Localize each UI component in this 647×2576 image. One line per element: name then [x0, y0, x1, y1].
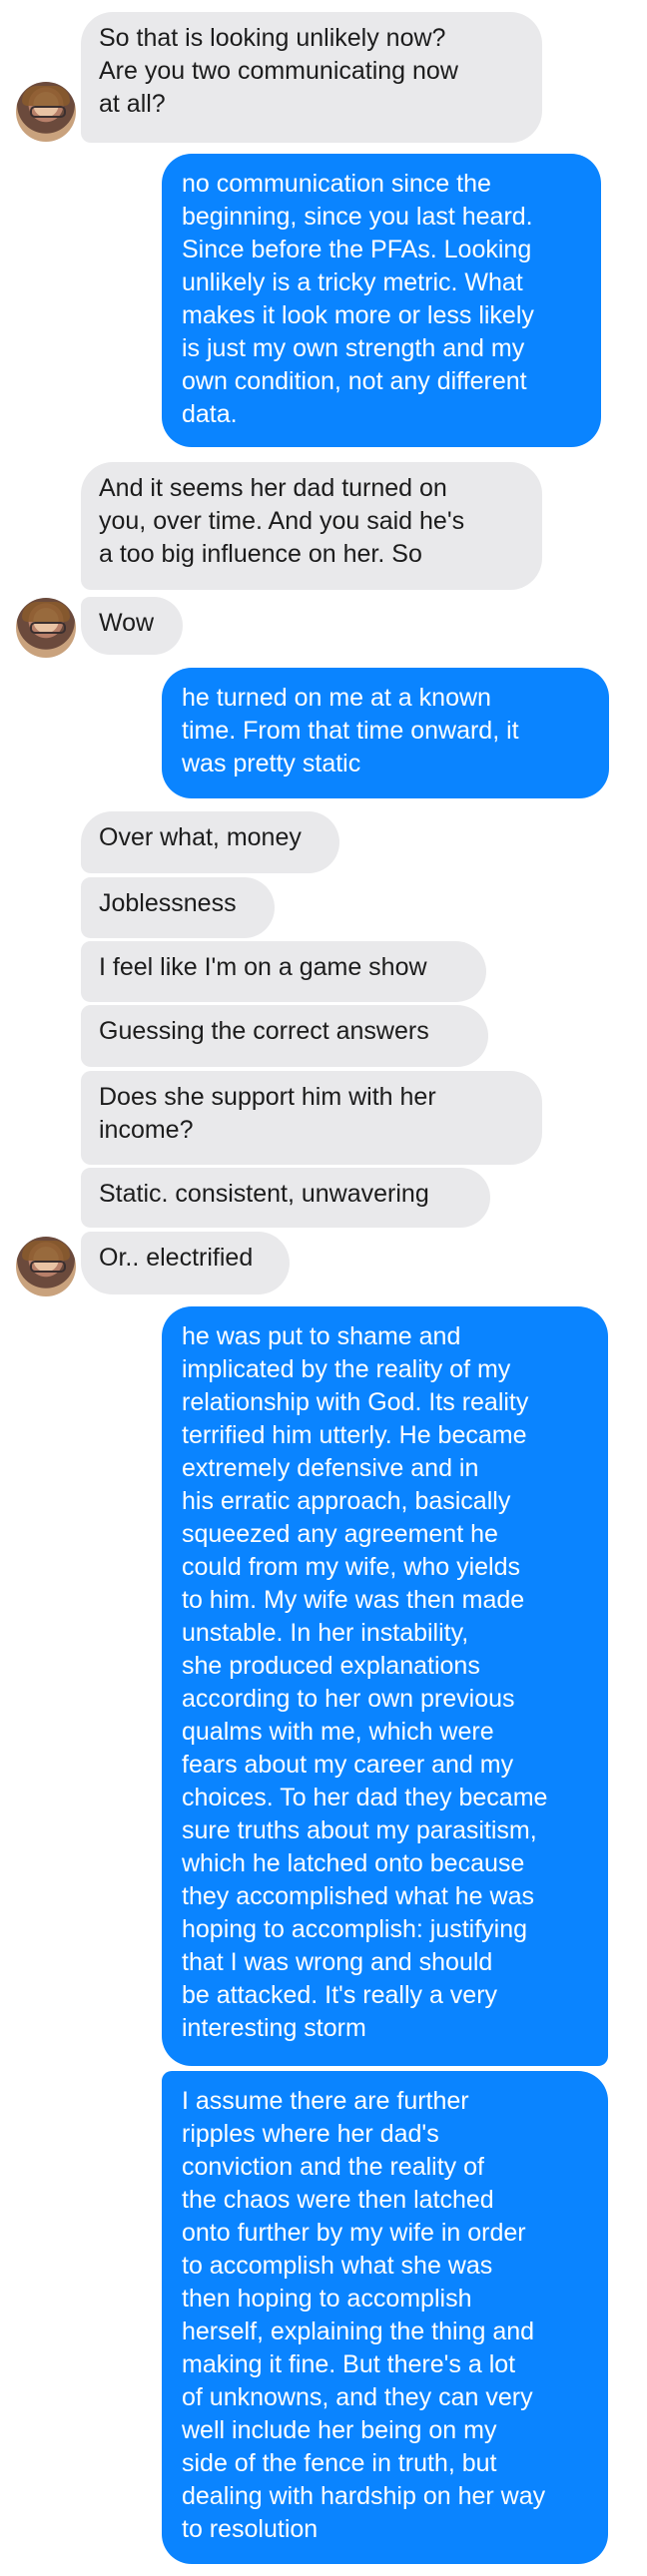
incoming-message[interactable]: Static. consistent, unwavering — [81, 1168, 490, 1228]
avatar-glasses — [30, 106, 66, 118]
contact-avatar[interactable] — [16, 598, 76, 658]
outgoing-message[interactable]: he was put to shame and implicated by th… — [162, 1306, 608, 2066]
incoming-message[interactable]: I feel like I'm on a game show — [81, 941, 486, 1002]
outgoing-message[interactable]: I assume there are further ripples where… — [162, 2071, 608, 2564]
contact-avatar[interactable] — [16, 82, 76, 142]
incoming-message[interactable]: Or.. electrified — [81, 1232, 290, 1294]
contact-avatar[interactable] — [16, 1237, 76, 1296]
incoming-message[interactable]: Joblessness — [81, 877, 275, 938]
avatar-glasses — [30, 622, 66, 634]
incoming-message[interactable]: Wow — [81, 597, 183, 655]
avatar-glasses — [30, 1261, 66, 1273]
incoming-message[interactable]: Over what, money — [81, 811, 339, 873]
avatar-hair — [22, 86, 70, 106]
incoming-message[interactable]: And it seems her dad turned on you, over… — [81, 462, 542, 590]
avatar-hair — [22, 1241, 70, 1261]
incoming-message[interactable]: Does she support him with her income? — [81, 1071, 542, 1165]
incoming-message[interactable]: So that is looking unlikely now? Are you… — [81, 12, 542, 143]
outgoing-message[interactable]: no communication since the beginning, si… — [162, 154, 601, 447]
incoming-message[interactable]: Guessing the correct answers — [81, 1005, 488, 1067]
outgoing-message[interactable]: he turned on me at a known time. From th… — [162, 668, 609, 798]
avatar-hair — [22, 602, 70, 622]
